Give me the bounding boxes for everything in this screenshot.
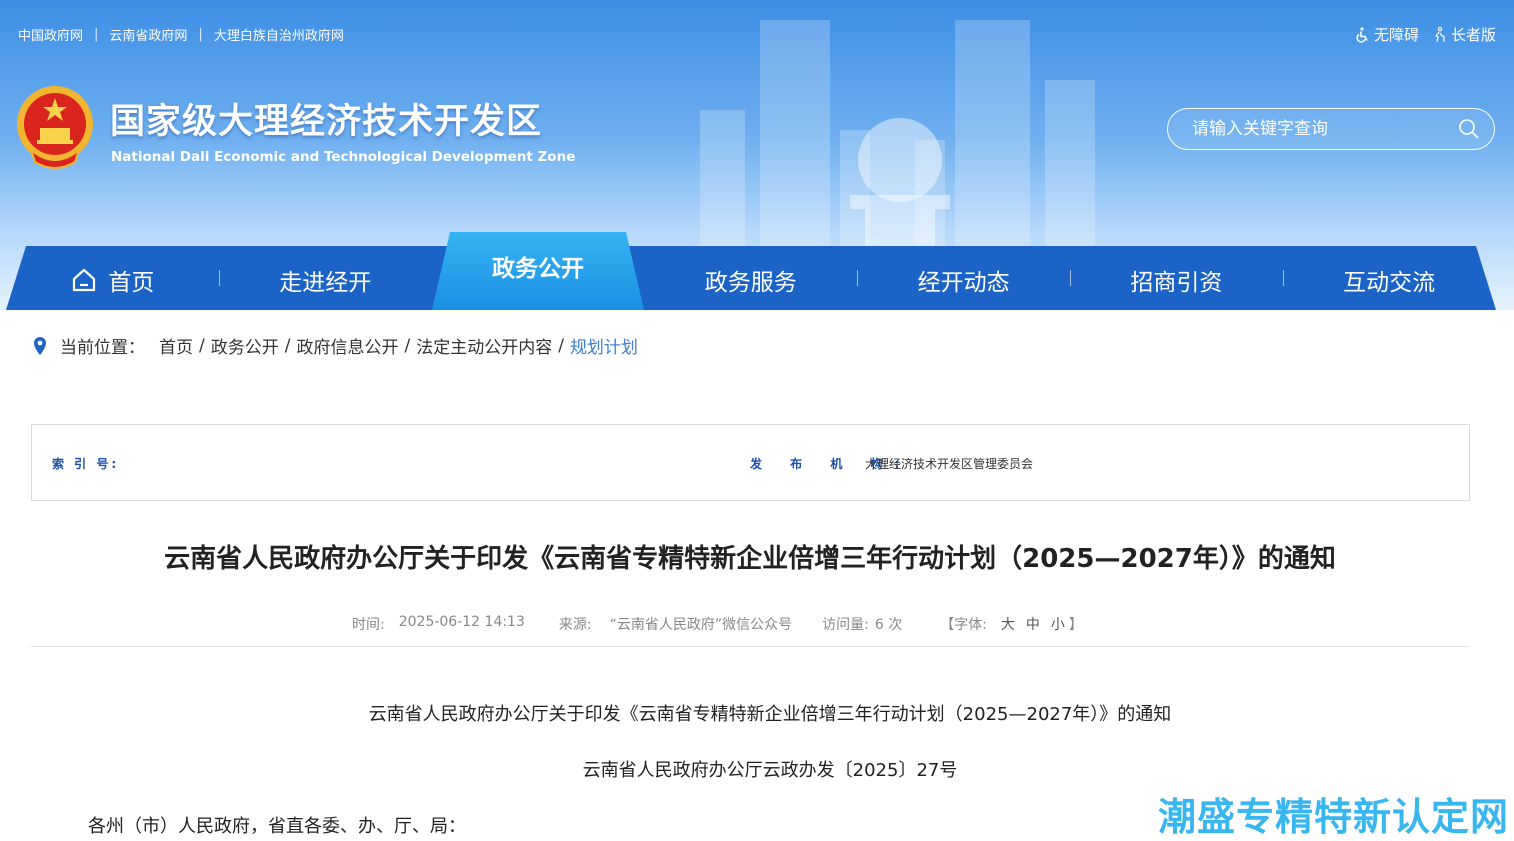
accessible-mode-button[interactable]: 无障碍 bbox=[1354, 24, 1419, 45]
breadcrumb-home[interactable]: 首页 bbox=[159, 333, 193, 358]
nav-home[interactable]: 首页 bbox=[6, 246, 219, 310]
location-pin-icon bbox=[34, 336, 46, 355]
publisher-value: 大理经济技术开发区管理委员会 bbox=[865, 457, 1034, 471]
breadcrumb-separator: / bbox=[558, 335, 564, 356]
time-value: 2025-06-12 14:13 bbox=[398, 614, 525, 630]
breadcrumb-info-disclosure[interactable]: 政府信息公开 bbox=[296, 333, 398, 358]
search-input[interactable] bbox=[1192, 119, 1458, 139]
source-value: “云南省人民政府”微信公众号 bbox=[609, 617, 793, 633]
wheelchair-icon bbox=[1356, 26, 1368, 43]
font-small-button[interactable]: 小 bbox=[1051, 614, 1065, 634]
watermark: 潮盛专精特新认定网 bbox=[1158, 795, 1510, 839]
divider bbox=[31, 646, 1470, 647]
elder-icon bbox=[1435, 26, 1445, 42]
accessible-label: 无障碍 bbox=[1373, 26, 1419, 44]
time-label: 时间: bbox=[352, 617, 385, 633]
salutation: 各州（市）人民政府，省直各委、办、厅、局： bbox=[88, 816, 466, 837]
visits-value: 6 次 bbox=[874, 617, 903, 633]
main-nav: 首页 走进经开 政务公开 政务服务 经开动态 招商引资 互动交流 bbox=[6, 246, 1496, 310]
separator: | bbox=[94, 27, 99, 42]
breadcrumb-separator: / bbox=[199, 335, 205, 356]
document-meta-box: 索 引 号: 发 布 机 构: 大理经济技术开发区管理委员会 bbox=[31, 424, 1470, 501]
document-number: 云南省人民政府办公厅云政办发〔2025〕27号 bbox=[582, 760, 958, 781]
article-info: 时间: 2025-06-12 14:13 来源: “云南省人民政府”微信公众号 … bbox=[352, 614, 1083, 634]
breadcrumb: 当前位置： 首页 / 政务公开 / 政府信息公开 / 法定主动公开内容 / 规划… bbox=[32, 333, 638, 358]
national-emblem-logo bbox=[17, 86, 93, 169]
nav-investment[interactable]: 招商引资 bbox=[1069, 246, 1283, 310]
site-title: 国家级大理经济技术开发区 bbox=[110, 101, 543, 142]
font-size-label: 【字体: bbox=[940, 617, 987, 633]
skyline-illustration bbox=[700, 20, 1095, 250]
visits-label: 访问量: bbox=[822, 617, 869, 633]
site-subtitle: National Dali Economic and Technological… bbox=[111, 149, 576, 165]
index-number-label: 索 引 号: bbox=[52, 457, 120, 471]
breadcrumb-label: 当前位置： bbox=[60, 338, 145, 358]
nav-news[interactable]: 经开动态 bbox=[857, 246, 1070, 310]
source-label: 来源: bbox=[558, 617, 592, 633]
breadcrumb-statutory-content[interactable]: 法定主动公开内容 bbox=[416, 333, 552, 358]
elder-mode-button[interactable]: 长者版 bbox=[1431, 24, 1496, 45]
font-size-bracket: 】 bbox=[1068, 617, 1083, 633]
top-links: 中国政府网 | 云南省政府网 | 大理白族自治州政府网 bbox=[18, 25, 344, 44]
nav-government-affairs[interactable]: 政务公开 bbox=[432, 232, 645, 296]
breadcrumb-current[interactable]: 规划计划 bbox=[570, 333, 638, 358]
nav-government-services[interactable]: 政务服务 bbox=[644, 246, 857, 310]
nav-interaction[interactable]: 互动交流 bbox=[1282, 246, 1496, 310]
elder-label: 长者版 bbox=[1450, 26, 1496, 44]
search-icon[interactable] bbox=[1458, 118, 1480, 140]
separator: | bbox=[198, 27, 203, 42]
search-box bbox=[1167, 108, 1495, 150]
font-medium-button[interactable]: 中 bbox=[1026, 614, 1040, 634]
nav-label: 首页 bbox=[108, 270, 155, 296]
breadcrumb-separator: / bbox=[284, 335, 291, 356]
breadcrumb-government-affairs[interactable]: 政务公开 bbox=[211, 333, 279, 358]
font-large-button[interactable]: 大 bbox=[1001, 614, 1015, 634]
breadcrumb-separator: / bbox=[404, 335, 411, 356]
accessibility-tools: 无障碍 长者版 bbox=[1354, 24, 1496, 45]
link-gov-cn[interactable]: 中国政府网 bbox=[18, 25, 83, 44]
nav-about[interactable]: 走进经开 bbox=[218, 246, 432, 310]
body-title: 云南省人民政府办公厅关于印发《云南省专精特新企业倍增三年行动计划（2025—20… bbox=[368, 704, 1172, 725]
home-icon bbox=[73, 268, 96, 292]
link-yunnan-gov[interactable]: 云南省政府网 bbox=[109, 25, 187, 44]
article-title: 云南省人民政府办公厅关于印发《云南省专精特新企业倍增三年行动计划（2025—20… bbox=[164, 544, 1336, 574]
link-dali-gov[interactable]: 大理白族自治州政府网 bbox=[214, 25, 344, 44]
